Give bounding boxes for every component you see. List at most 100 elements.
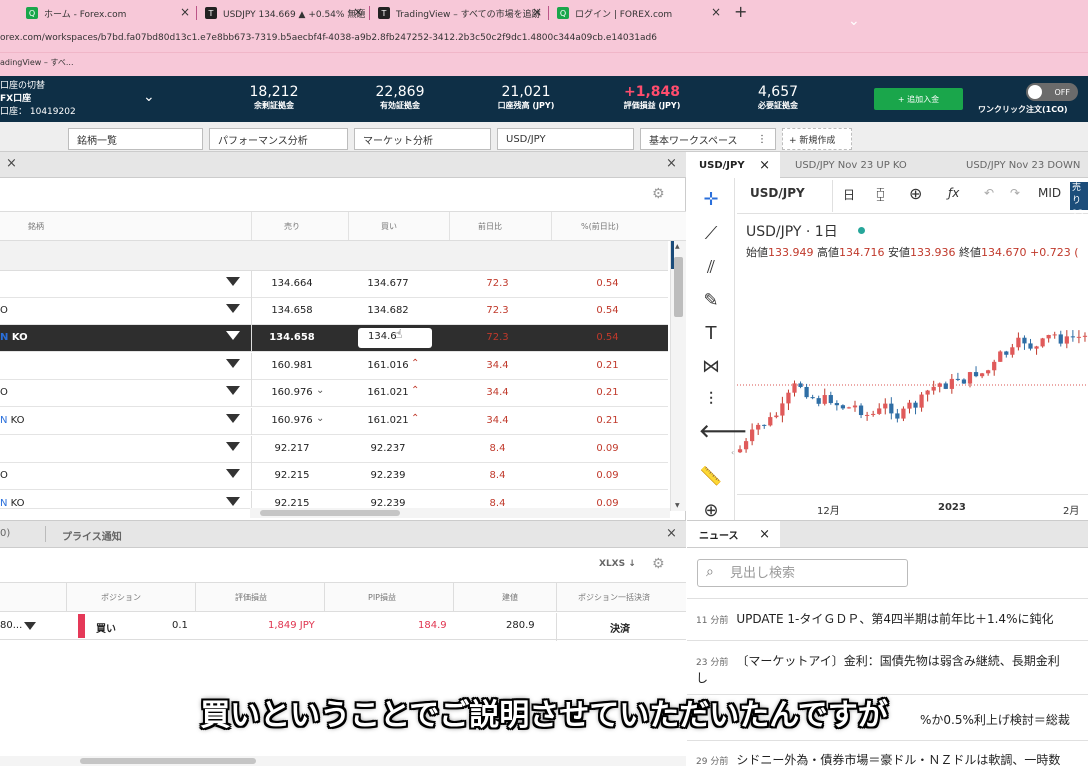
- text-icon[interactable]: T: [699, 323, 723, 344]
- gear-icon[interactable]: ⚙: [652, 556, 665, 572]
- zoom-icon[interactable]: ⊕: [699, 500, 723, 521]
- chart-tab-down[interactable]: USD/JPY Nov 23 DOWN: [954, 152, 1088, 178]
- quotes-group-row[interactable]: [0, 241, 668, 271]
- close-icon[interactable]: ×: [666, 526, 677, 541]
- expand-triangle-icon[interactable]: [24, 622, 36, 630]
- export-xlsx-button[interactable]: XLXS ↓: [599, 559, 636, 569]
- tab-positions[interactable]: 0): [0, 528, 10, 539]
- crosshair-icon[interactable]: ✛: [699, 189, 723, 210]
- horizontal-scrollbar[interactable]: [0, 756, 686, 766]
- redo-icon[interactable]: ↷: [1010, 186, 1020, 200]
- news-item[interactable]: 23 分前 〔マーケットアイ〕金利：国債先物は弱含み継続、長期金利: [696, 652, 1088, 669]
- ruler-icon[interactable]: 📏: [699, 466, 723, 487]
- expand-triangle-icon[interactable]: [226, 304, 240, 313]
- browser-tab-tradingview-usdjpy[interactable]: T USDJPY 134.669 ▲ +0.54% 無題 ×: [197, 2, 369, 24]
- col-change[interactable]: 前日比: [478, 221, 502, 232]
- vertical-scrollbar[interactable]: ▲ ▼: [670, 241, 686, 511]
- tab-news[interactable]: ニュース ×: [687, 521, 780, 547]
- col-position[interactable]: ポジション: [101, 592, 141, 603]
- expand-triangle-icon[interactable]: [226, 331, 240, 340]
- tab-market-analysis[interactable]: マーケット分析: [354, 128, 491, 150]
- chart-symbol[interactable]: USD/JPY: [750, 186, 805, 200]
- sell-price[interactable]: 160.976: [262, 387, 322, 398]
- chart-tab-usdjpy[interactable]: USD/JPY ×: [687, 152, 780, 178]
- col-entry-price[interactable]: 建値: [502, 592, 518, 603]
- chart-tab-up-ko[interactable]: USD/JPY Nov 23 UP KO: [783, 152, 951, 178]
- quote-row[interactable]: 134.664 134.677 72.3 0.54: [0, 271, 668, 298]
- candle-type-icon[interactable]: ⧮: [876, 186, 885, 202]
- tab-close-icon[interactable]: ×: [711, 5, 721, 19]
- oneclick-toggle[interactable]: OFF: [1026, 83, 1078, 101]
- more-vert-icon[interactable]: ⋮: [757, 134, 767, 145]
- tab-basic-workspace[interactable]: 基本ワークスペース ⋮: [640, 128, 776, 150]
- expand-triangle-icon[interactable]: [226, 386, 240, 395]
- function-icon[interactable]: ƒx: [948, 186, 959, 200]
- col-sell[interactable]: 売り: [284, 221, 300, 232]
- expand-triangle-icon[interactable]: [226, 442, 240, 451]
- buy-price[interactable]: 161.016: [358, 360, 418, 371]
- sell-price[interactable]: 134.658: [262, 305, 322, 316]
- account-switcher[interactable]: 口座の切替 FX口座 口座： 10419202: [0, 80, 76, 119]
- brush-icon[interactable]: ✎: [699, 290, 723, 311]
- trendline-icon[interactable]: ⟋: [699, 223, 723, 244]
- price-type-button[interactable]: MID: [1038, 186, 1061, 200]
- buy-price[interactable]: 92.239: [358, 470, 418, 481]
- close-position-button[interactable]: 決済: [610, 620, 630, 635]
- sell-price[interactable]: 92.215: [262, 470, 322, 481]
- tab-usdjpy[interactable]: USD/JPY: [497, 128, 634, 150]
- interval-button[interactable]: 日: [843, 186, 855, 203]
- col-symbol[interactable]: 銘柄: [28, 221, 44, 232]
- browser-tab-forex-home[interactable]: Q ホーム - Forex.com ×: [18, 2, 196, 24]
- tab-watchlist[interactable]: 銘柄一覧: [68, 128, 203, 150]
- quote-row[interactable]: N KO 92.215 92.239 8.4 0.09: [0, 491, 668, 518]
- close-icon[interactable]: ×: [6, 156, 17, 171]
- news-search-input[interactable]: [730, 564, 900, 582]
- quote-row[interactable]: N KO 160.976 ⌄ 161.021 ⌃ 34.4 0.21: [0, 408, 668, 435]
- quote-row[interactable]: O 92.215 92.239 8.4 0.09: [0, 463, 668, 490]
- scroll-up-icon[interactable]: ▲: [675, 243, 680, 250]
- col-buy[interactable]: 買い: [381, 221, 397, 232]
- sell-price[interactable]: 134.658: [262, 332, 322, 343]
- expand-triangle-icon[interactable]: [226, 497, 240, 506]
- quote-row[interactable]: 92.217 92.237 8.4 0.09: [0, 436, 668, 463]
- tab-performance[interactable]: パフォーマンス分析: [209, 128, 348, 150]
- expand-triangle-icon[interactable]: [226, 277, 240, 286]
- horizontal-scrollbar[interactable]: [250, 508, 670, 518]
- sell-price[interactable]: 160.981: [262, 360, 322, 371]
- undo-icon[interactable]: ↶: [984, 186, 994, 200]
- sell-price[interactable]: 160.976: [262, 415, 322, 426]
- scroll-thumb[interactable]: [674, 257, 683, 317]
- quote-row[interactable]: N KO 134.658 134.6 ☝ 72.3 0.54: [0, 325, 668, 352]
- tab-close-icon[interactable]: ×: [353, 5, 363, 19]
- pattern-icon[interactable]: ⋈: [699, 356, 723, 377]
- quote-row[interactable]: 160.981 161.016 ⌃ 34.4 0.21: [0, 353, 668, 380]
- sell-price[interactable]: 134.664: [262, 278, 322, 289]
- chevron-down-icon[interactable]: ⌄: [848, 13, 860, 29]
- close-icon[interactable]: ×: [666, 156, 677, 171]
- close-icon[interactable]: ×: [759, 158, 770, 173]
- candlestick-chart[interactable]: [737, 262, 1088, 494]
- expand-triangle-icon[interactable]: [226, 414, 240, 423]
- news-item[interactable]: 29 分前 シドニー外為・債券市場＝豪ドル・ＮＺドルは軟調、一時数: [696, 751, 1088, 768]
- col-unrealized-pnl[interactable]: 評価損益: [235, 592, 267, 603]
- browser-tab-forex-login[interactable]: Q ログイン | FOREX.com ×: [549, 2, 727, 24]
- new-workspace-button[interactable]: + 新規作成: [782, 128, 852, 150]
- measure-icon[interactable]: ⫶: [699, 389, 723, 410]
- tab-price-alerts[interactable]: プライス通知: [62, 528, 122, 543]
- tab-close-icon[interactable]: ×: [180, 5, 190, 19]
- buy-price[interactable]: 161.021: [358, 415, 418, 426]
- col-pip-pnl[interactable]: PIP損益: [368, 592, 396, 603]
- buy-price[interactable]: 161.021: [358, 387, 418, 398]
- col-change-pct[interactable]: %(前日比): [581, 221, 619, 232]
- scroll-thumb[interactable]: [260, 510, 400, 516]
- quote-row[interactable]: O 160.976 ⌄ 161.021 ⌃ 34.4 0.21: [0, 380, 668, 407]
- fib-icon[interactable]: ⫽: [699, 257, 723, 278]
- back-arrow-icon[interactable]: 🡐: [699, 421, 747, 442]
- quote-row[interactable]: O 134.658 134.682 72.3 0.54: [0, 298, 668, 325]
- close-icon[interactable]: ×: [759, 527, 770, 542]
- expand-triangle-icon[interactable]: [226, 359, 240, 368]
- collapse-toolbar-icon[interactable]: ‹: [731, 448, 734, 457]
- scroll-down-icon[interactable]: ▼: [675, 502, 680, 509]
- scroll-thumb[interactable]: [80, 758, 256, 764]
- chevron-down-icon[interactable]: ⌄: [143, 89, 155, 105]
